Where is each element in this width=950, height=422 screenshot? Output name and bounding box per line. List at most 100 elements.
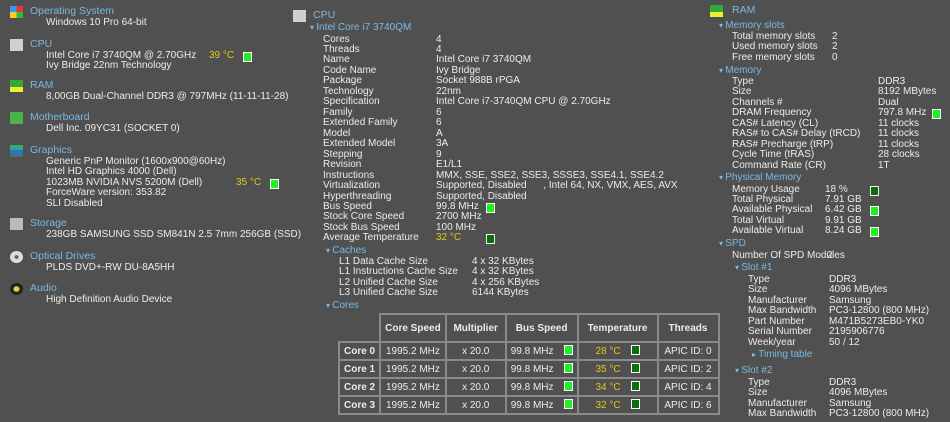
status-indicator-icon bbox=[563, 381, 573, 391]
summary-section-cpu[interactable]: CPU bbox=[30, 39, 52, 50]
status-indicator-icon bbox=[630, 399, 640, 409]
storage-icon bbox=[10, 218, 23, 230]
threads: APIC ID: 4 bbox=[656, 377, 720, 397]
table-row: Core 0 1995.2 MHz x 20.0 99.8 MHz 28 °C … bbox=[337, 341, 720, 361]
table-row: Core 2 1995.2 MHz x 20.0 99.8 MHz 34 °C … bbox=[337, 377, 720, 397]
core-speed: 1995.2 MHz bbox=[379, 395, 447, 415]
property-value: 32 °C bbox=[436, 232, 462, 244]
core-name: Core 1 bbox=[337, 359, 382, 379]
multiplier: x 20.0 bbox=[444, 377, 507, 397]
caches-node[interactable]: Caches bbox=[326, 245, 366, 257]
cores-table: Core Speed Multiplier Bus Speed Temperature… bbox=[337, 313, 720, 415]
table-row: Core 3 1995.2 MHz x 20.0 99.8 MHz 32 °C … bbox=[337, 395, 720, 415]
optical-disc-icon bbox=[10, 251, 23, 263]
bus-speed: 99.8 MHz bbox=[510, 346, 554, 357]
summary-line: High Definition Audio Device bbox=[46, 294, 173, 305]
summary-line: 8,00GB Dual-Channel DDR3 @ 797MHz (11-11… bbox=[46, 91, 289, 102]
property-value: 1T bbox=[878, 159, 890, 171]
property-label: Virtualization bbox=[323, 180, 381, 192]
cpu-icon bbox=[10, 39, 23, 51]
property-value: Supported, Disabled , Intel 64, NX, VMX,… bbox=[436, 180, 678, 192]
temperature-value: 39 °C bbox=[209, 50, 235, 61]
property-value: 2 bbox=[827, 250, 833, 261]
multiplier: x 20.0 bbox=[444, 359, 507, 379]
ram-icon bbox=[710, 5, 723, 17]
summary-line: 238GB SAMSUNG SSD SM841N 2.5 7mm 256GB (… bbox=[46, 229, 302, 240]
slot-1-node[interactable]: Slot #1 bbox=[735, 262, 772, 274]
property-label: Average Temperature bbox=[323, 232, 419, 244]
cpu-section-title: CPU bbox=[313, 9, 336, 21]
physical-memory-node[interactable]: Physical Memory bbox=[719, 172, 801, 184]
threads: APIC ID: 2 bbox=[656, 359, 720, 379]
summary-section-ram[interactable]: RAM bbox=[30, 80, 53, 91]
property-label: Week/year bbox=[748, 336, 796, 348]
bus-speed: 99.8 MHz bbox=[510, 364, 554, 375]
column-header: Bus Speed bbox=[504, 313, 579, 343]
status-indicator-icon bbox=[870, 227, 879, 238]
temperature-value: 35 °C bbox=[236, 176, 262, 188]
cores-node[interactable]: Cores bbox=[326, 300, 359, 312]
core-name: Core 0 bbox=[337, 341, 382, 361]
memory-slots-node[interactable]: Memory slots bbox=[719, 20, 784, 32]
property-value: 8.24 GB bbox=[825, 225, 862, 237]
summary-section-motherboard[interactable]: Motherboard bbox=[30, 112, 90, 123]
property-value: 50 / 12 bbox=[829, 336, 860, 348]
memory-node[interactable]: Memory bbox=[719, 65, 761, 77]
summary-section-operating-system[interactable]: Operating System bbox=[30, 6, 114, 17]
core-temperature: 35 °C bbox=[595, 364, 621, 375]
status-indicator-icon bbox=[630, 381, 640, 391]
status-indicator-icon bbox=[932, 109, 941, 120]
multiplier: x 20.0 bbox=[444, 395, 507, 415]
timing-table-node[interactable]: Timing table bbox=[752, 349, 812, 361]
summary-line: SLI Disabled bbox=[46, 197, 103, 209]
property-label: Available Virtual bbox=[732, 225, 804, 237]
property-value: PC3-12800 (800 MHz) bbox=[829, 408, 930, 420]
threads: APIC ID: 6 bbox=[656, 395, 720, 415]
threads: APIC ID: 0 bbox=[656, 341, 720, 361]
table-row: Core 1 1995.2 MHz x 20.0 99.8 MHz 35 °C … bbox=[337, 359, 720, 379]
multiplier: x 20.0 bbox=[444, 341, 507, 361]
core-speed: 1995.2 MHz bbox=[379, 359, 447, 379]
cpu-icon bbox=[293, 10, 306, 22]
speaker-icon bbox=[10, 283, 23, 295]
core-temperature: 34 °C bbox=[595, 382, 621, 393]
property-label: Free memory slots bbox=[732, 51, 815, 63]
summary-section-optical-drives[interactable]: Optical Drives bbox=[30, 251, 95, 262]
column-header: Multiplier bbox=[444, 313, 507, 343]
windows-logo-icon bbox=[10, 6, 23, 18]
monitor-icon bbox=[10, 145, 23, 157]
property-label: Command Rate (CR) bbox=[732, 159, 826, 171]
summary-line: Ivy Bridge 22nm Technology bbox=[46, 60, 172, 72]
temperature-cell: 34 °C bbox=[576, 377, 659, 397]
property-label: L3 Unified Cache Size bbox=[339, 287, 438, 299]
summary-section-storage[interactable]: Storage bbox=[30, 218, 67, 229]
ram-section-title: RAM bbox=[732, 4, 756, 16]
status-indicator-icon bbox=[486, 234, 495, 245]
summary-section-graphics[interactable]: Graphics bbox=[30, 145, 72, 156]
bus-speed-cell: 99.8 MHz bbox=[504, 359, 579, 379]
bus-speed-cell: 99.8 MHz bbox=[504, 377, 579, 397]
core-name: Core 2 bbox=[337, 377, 382, 397]
summary-line: PLDS DVD+-RW DU-8A5HH bbox=[46, 262, 175, 273]
core-speed: 1995.2 MHz bbox=[379, 341, 447, 361]
status-indicator-icon bbox=[630, 363, 640, 373]
summary-section-audio[interactable]: Audio bbox=[30, 283, 57, 294]
motherboard-icon bbox=[10, 112, 23, 124]
slot-2-node[interactable]: Slot #2 bbox=[735, 365, 772, 377]
status-indicator-icon bbox=[870, 206, 879, 217]
status-indicator-icon bbox=[243, 52, 252, 62]
table-header-row: Core Speed Multiplier Bus Speed Temperature… bbox=[339, 313, 720, 343]
core-temperature: 28 °C bbox=[595, 346, 621, 357]
property-value: 6144 KBytes bbox=[472, 287, 529, 299]
bus-speed: 99.8 MHz bbox=[510, 382, 554, 393]
column-header: Temperature bbox=[576, 313, 659, 343]
status-indicator-icon bbox=[563, 399, 573, 409]
temperature-cell: 35 °C bbox=[576, 359, 659, 379]
cpu-model-node[interactable]: Intel Core i7 3740QM bbox=[310, 22, 411, 34]
status-indicator-icon bbox=[486, 203, 495, 214]
core-temperature: 32 °C bbox=[595, 400, 621, 411]
spd-node[interactable]: SPD bbox=[719, 238, 746, 250]
status-indicator-icon bbox=[563, 363, 573, 373]
property-value: Intel Core i7-3740QM CPU @ 2.70GHz bbox=[436, 96, 611, 108]
corner-cell bbox=[339, 314, 382, 343]
